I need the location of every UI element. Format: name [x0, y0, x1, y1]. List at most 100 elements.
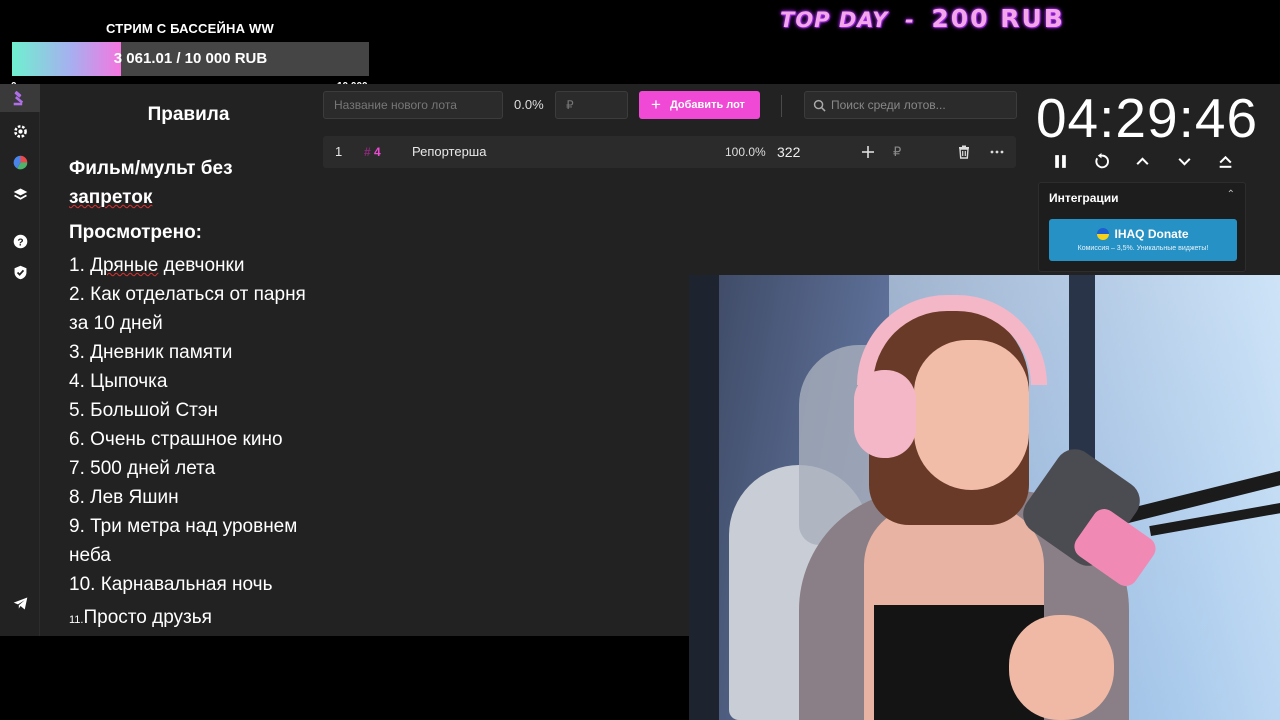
- top-day-separator: -: [905, 8, 915, 32]
- list-item-number: 2.: [69, 284, 85, 305]
- rules-heading-text: Фильм/мульт без: [69, 158, 233, 179]
- lot-percent: 100.0%: [725, 145, 766, 159]
- list-item-number: 4.: [69, 371, 85, 392]
- goal-progress-bar: 3 061.01 / 10 000 RUB: [12, 42, 369, 76]
- pause-icon: [1054, 154, 1066, 168]
- rules-heading: Фильм/мульт без запреток: [69, 154, 319, 212]
- add-lot-label: Добавить лот: [669, 99, 745, 111]
- list-item-text: Дневник памяти: [84, 342, 233, 363]
- person-hand: [1009, 615, 1114, 720]
- lot-add-amount-button[interactable]: [861, 136, 875, 168]
- rules-subheading: Просмотрено:: [69, 222, 203, 243]
- chevron-down-icon: [1177, 157, 1191, 166]
- timer-display: 04:29:46: [1035, 87, 1259, 149]
- auction-hammer-icon[interactable]: [0, 84, 40, 112]
- search-icon: [813, 99, 826, 112]
- lot-search-input[interactable]: Поиск среди лотов...: [804, 91, 1017, 119]
- list-item-text: Большой Стэн: [84, 400, 219, 421]
- list-item: 9. Три метра над уровнем неба: [69, 512, 319, 570]
- ukraine-flag-icon: [1097, 228, 1110, 240]
- list-item: 7. 500 дней лета: [69, 454, 319, 483]
- list-item-text: Цыпочка: [84, 371, 168, 392]
- more-icon[interactable]: [990, 136, 1004, 168]
- list-item-text: Лев Яшин: [84, 487, 179, 508]
- list-item: 11.Просто друзья: [69, 603, 319, 635]
- list-item-number: 11.: [69, 614, 84, 626]
- shield-check-icon[interactable]: [10, 262, 30, 282]
- donate-name: IHAQ Donate: [1114, 227, 1189, 241]
- donate-subtitle: Комиссия – 3,5%. Уникальные виджеты!: [1077, 245, 1209, 252]
- timer-controls: [1044, 150, 1254, 174]
- reset-button[interactable]: [1091, 150, 1111, 172]
- webcam-video: [689, 275, 1280, 720]
- reset-icon: [1094, 152, 1109, 168]
- list-item: 6. Очень страшное кино: [69, 425, 319, 454]
- list-item: 4. Цыпочка: [69, 367, 319, 396]
- donate-integration-button[interactable]: IHAQ Donate Комиссия – 3,5%. Уникальные …: [1049, 219, 1237, 261]
- list-item: 2. Как отделаться от парня за 10 дней: [69, 280, 319, 338]
- list-item-text: девчонки: [158, 255, 245, 276]
- list-item-number: 7.: [69, 458, 85, 479]
- list-item: 3. Дневник памяти: [69, 338, 319, 367]
- lot-id-number: 4: [374, 145, 381, 159]
- list-item-number: 5.: [69, 400, 85, 421]
- telegram-icon[interactable]: [10, 593, 30, 613]
- list-item-number: 3.: [69, 342, 85, 363]
- lot-index: 1: [335, 144, 343, 159]
- list-item: 5. Большой Стэн: [69, 396, 319, 425]
- list-item-text: Очень страшное кино: [84, 429, 283, 450]
- new-lot-name-input[interactable]: Название нового лота: [323, 91, 503, 119]
- lot-amount: 322: [777, 144, 801, 160]
- time-double-up-button[interactable]: [1215, 150, 1235, 172]
- pie-chart-icon[interactable]: [10, 152, 30, 172]
- help-icon[interactable]: ?: [10, 231, 30, 251]
- headphones-cup: [854, 370, 916, 458]
- integrations-card: Интеграции ⌃ IHAQ Donate Комиссия – 3,5%…: [1038, 182, 1246, 272]
- layers-icon[interactable]: [10, 184, 30, 204]
- sidebar: ?: [0, 84, 40, 636]
- goal-title: СТРИМ С БАССЕЙНА WW: [106, 21, 274, 36]
- rules-panel: Правила Фильм/мульт без запреток Просмот…: [41, 84, 313, 636]
- chevron-up-bar-icon: [1218, 155, 1232, 168]
- list-item-number: 6.: [69, 429, 85, 450]
- top-day-amount: 200 RUB: [931, 4, 1065, 33]
- time-down-button[interactable]: [1174, 150, 1194, 172]
- svg-text:?: ?: [17, 237, 23, 248]
- donate-name-row: IHAQ Donate: [1049, 227, 1237, 241]
- list-item-text: Как отделаться от парня за 10 дней: [69, 284, 306, 334]
- pause-button[interactable]: [1050, 150, 1070, 172]
- rules-title: Правила: [147, 104, 230, 125]
- list-item-text: Три метра над уровнем неба: [69, 516, 298, 566]
- rules-heading-underlined: запреток: [69, 187, 153, 208]
- lot-name[interactable]: Репортерша: [412, 136, 486, 168]
- list-item: 10. Карнавальная ночь: [69, 570, 319, 599]
- list-item-number: 8.: [69, 487, 85, 508]
- list-item-text: Просто друзья: [83, 607, 212, 628]
- search-placeholder: Поиск среди лотов...: [831, 98, 946, 112]
- new-lot-amount-input[interactable]: ₽: [555, 91, 628, 119]
- list-item: 8. Лев Яшин: [69, 483, 319, 512]
- time-up-button[interactable]: [1132, 150, 1152, 172]
- trash-icon[interactable]: [957, 136, 971, 168]
- lot-row[interactable]: 1 # 4 Репортерша 100.0% 322 ₽: [323, 136, 1016, 168]
- chevron-up-icon[interactable]: ⌃: [1227, 189, 1235, 200]
- new-lot-percent: 0.0%: [514, 97, 544, 112]
- lot-id: # 4: [364, 136, 381, 168]
- list-item-number: 1.: [69, 255, 85, 276]
- list-item-number: 9.: [69, 516, 85, 537]
- background-frame: [689, 275, 719, 720]
- gear-icon[interactable]: [10, 121, 30, 141]
- plus-icon: [862, 145, 874, 158]
- rules-text: Фильм/мульт без запреток Просмотрено: 1.…: [69, 154, 319, 635]
- top-day-label: TOP DAY: [780, 8, 889, 32]
- goal-progress-text: 3 061.01 / 10 000 RUB: [113, 50, 268, 67]
- list-item-text: Карнавальная ночь: [95, 574, 273, 595]
- list-item-text: 500 дней лета: [84, 458, 216, 479]
- chevron-up-icon: [1135, 156, 1149, 165]
- plus-icon: +: [651, 95, 661, 114]
- toolbar-divider: [781, 95, 782, 117]
- add-lot-button[interactable]: + Добавить лот: [639, 91, 760, 119]
- list-item-underlined: Дряные: [90, 255, 159, 276]
- integrations-title: Интеграции: [1049, 191, 1119, 205]
- list-item: 1. Дряные девчонки: [69, 251, 319, 280]
